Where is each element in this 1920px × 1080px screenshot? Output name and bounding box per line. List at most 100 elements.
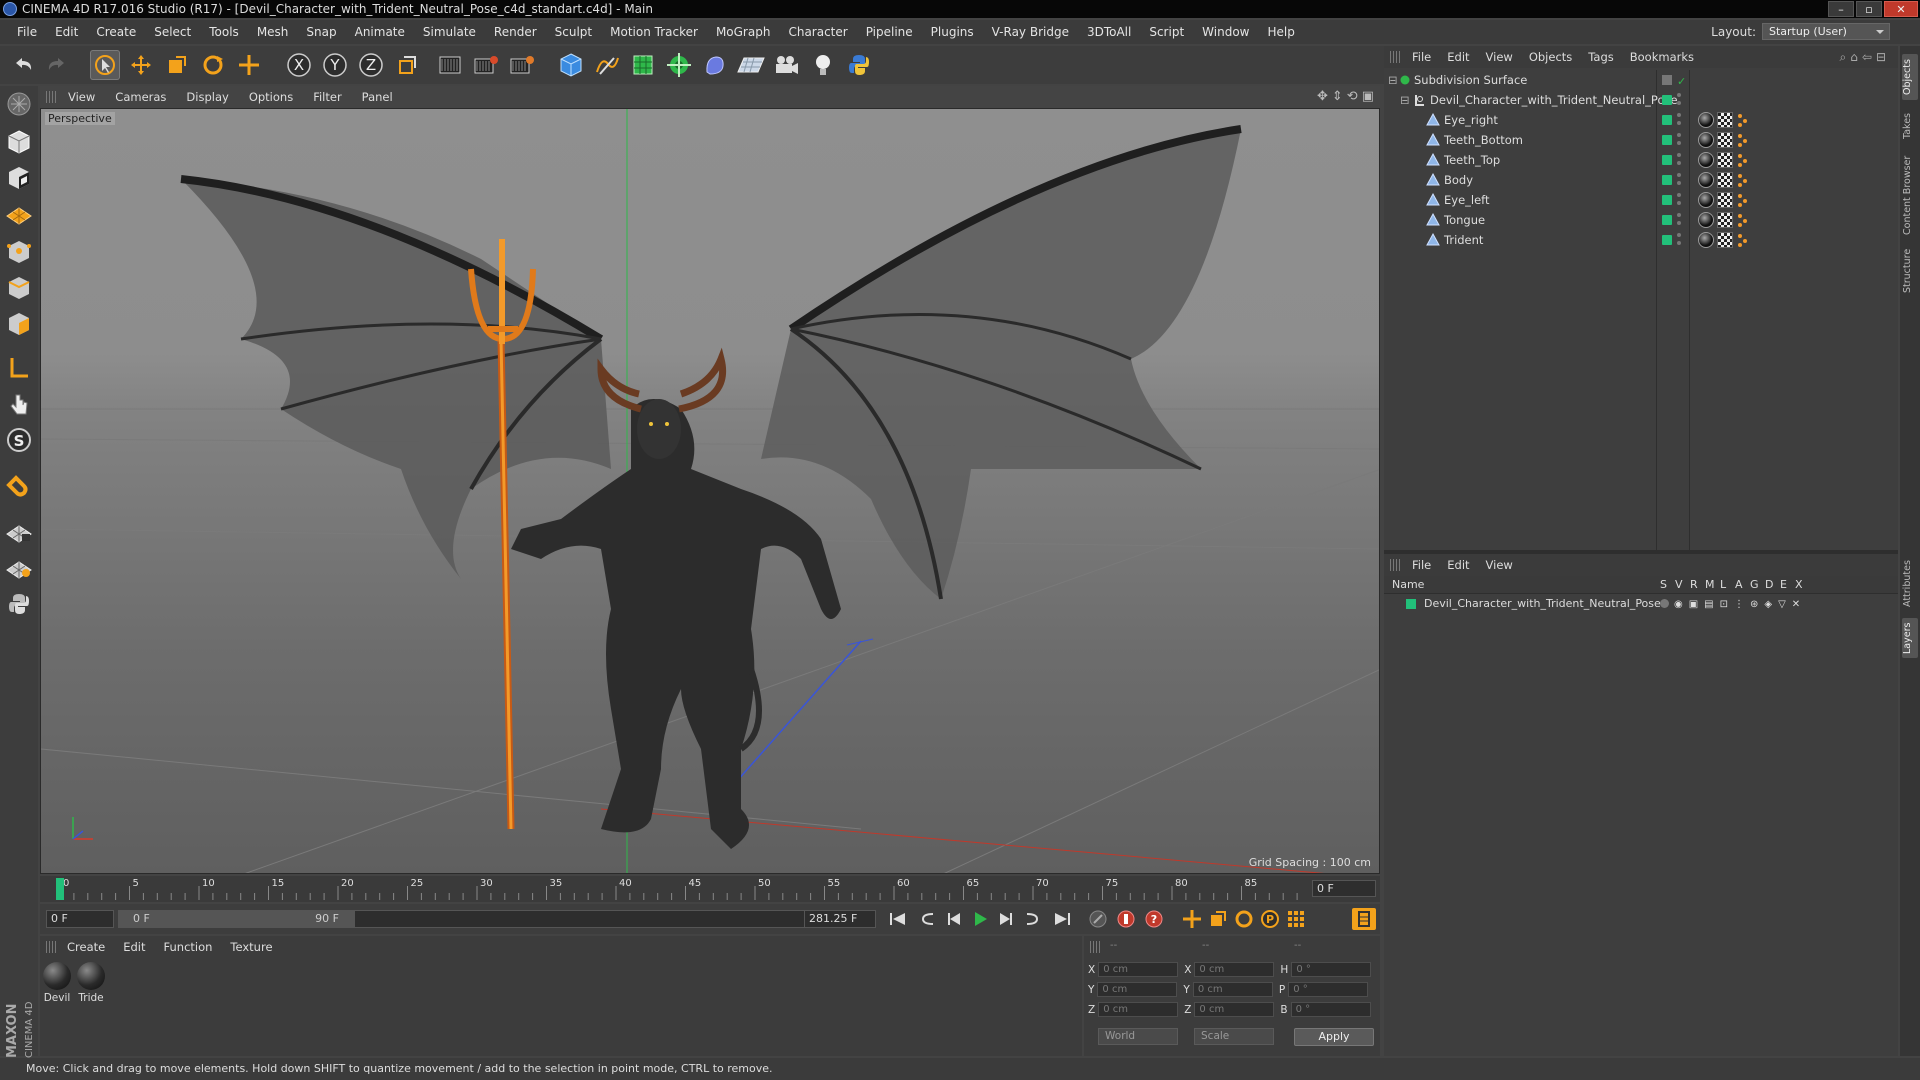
material-menu-create[interactable]: Create [58, 940, 114, 954]
editor-visibility-icon[interactable] [1677, 93, 1681, 97]
position-z-field[interactable]: 0 cm [1098, 1002, 1179, 1017]
maximize-button[interactable]: ▫ [1856, 1, 1882, 17]
edges-mode-icon[interactable] [3, 272, 35, 304]
uvw-tag-icon[interactable] [1717, 212, 1733, 228]
timeline-layout-icon[interactable] [1352, 908, 1376, 930]
render-picture-viewer-icon[interactable] [472, 50, 502, 80]
menu-simulate[interactable]: Simulate [414, 25, 485, 39]
solo-column-header[interactable]: S [1660, 576, 1667, 594]
phong-tag-icon[interactable] [1736, 192, 1750, 208]
object-row-teeth-top[interactable]: Teeth_Top [1384, 150, 1898, 170]
transform-mode-dropdown[interactable]: Scale [1194, 1028, 1274, 1045]
panel-grip-icon[interactable] [1390, 559, 1400, 571]
material-tag-icon[interactable] [1698, 152, 1714, 168]
editor-visibility-icon[interactable] [1677, 113, 1681, 117]
menu-tools[interactable]: Tools [200, 25, 248, 39]
panel-grip-icon[interactable] [46, 91, 56, 103]
collapse-toggle-icon[interactable]: ⊟ [1400, 90, 1410, 110]
rotation-b-field[interactable]: 0 ° [1290, 1002, 1371, 1017]
material-tag-icon[interactable] [1698, 192, 1714, 208]
menu-character[interactable]: Character [779, 25, 856, 39]
object-row-teeth-bottom[interactable]: Teeth_Bottom [1384, 130, 1898, 150]
enabled-check-icon[interactable]: ✓ [1677, 72, 1686, 92]
render-view-icon[interactable] [436, 50, 466, 80]
uvw-tag-icon[interactable] [1717, 132, 1733, 148]
light-object-icon[interactable] [808, 50, 838, 80]
layout-dropdown[interactable]: Startup (User) [1762, 23, 1890, 40]
tab-objects[interactable]: Objects [1902, 54, 1918, 100]
menu-window[interactable]: Window [1193, 25, 1258, 39]
layer-color-icon[interactable] [1662, 155, 1672, 165]
menu-file[interactable]: File [8, 25, 46, 39]
polygons-mode-icon[interactable] [3, 308, 35, 340]
current-frame-field[interactable]: 0 F [1312, 880, 1376, 897]
object-row-trident[interactable]: Trident [1384, 230, 1898, 250]
objects-menu-view[interactable]: View [1478, 50, 1521, 64]
phong-tag-icon[interactable] [1736, 152, 1750, 168]
phong-tag-icon[interactable] [1736, 212, 1750, 228]
menu-mograph[interactable]: MoGraph [707, 25, 780, 39]
editor-visibility-icon[interactable] [1677, 133, 1681, 137]
close-button[interactable]: ✕ [1884, 1, 1918, 17]
expressions-column-header[interactable]: E [1780, 576, 1787, 594]
model-mode-icon[interactable] [3, 126, 35, 158]
minimize-button[interactable]: – [1828, 1, 1854, 17]
layer-color-icon[interactable] [1662, 195, 1672, 205]
uvw-tag-icon[interactable] [1717, 232, 1733, 248]
key-scale-icon[interactable] [1206, 908, 1230, 930]
tab-attributes[interactable]: Attributes [1902, 554, 1918, 614]
uvw-tag-icon[interactable] [1717, 112, 1733, 128]
layer-color-icon[interactable] [1662, 135, 1672, 145]
menu-sculpt[interactable]: Sculpt [546, 25, 601, 39]
layer-toggle-icons[interactable]: ◉▣▤⊡⋮⊛◈▽✕ [1674, 596, 1806, 614]
end-frame-field[interactable]: 281.25 F [804, 910, 876, 928]
key-parameter-icon[interactable]: P [1258, 908, 1282, 930]
editor-visibility-icon[interactable] [1677, 193, 1681, 197]
menu-snap[interactable]: Snap [297, 25, 345, 39]
magnet-icon[interactable] [3, 472, 35, 504]
preview-range-track[interactable]: 0 F 90 F [118, 910, 840, 928]
python-script-icon[interactable] [844, 50, 874, 80]
play-icon[interactable] [968, 908, 992, 930]
editor-visibility-icon[interactable] [1677, 233, 1681, 237]
scale-tool-icon[interactable] [162, 50, 192, 80]
material-menu-edit[interactable]: Edit [114, 940, 154, 954]
material-swatch-devil[interactable]: Devil [42, 962, 72, 1004]
z-axis-lock-icon[interactable]: Z [356, 50, 386, 80]
floor-object-icon[interactable] [736, 50, 766, 80]
dolly-view-icon[interactable]: ⇕ [1332, 89, 1343, 104]
material-tag-icon[interactable] [1698, 112, 1714, 128]
orbit-view-icon[interactable]: ⟲ [1347, 89, 1358, 104]
mograph-cloner-icon[interactable] [664, 50, 694, 80]
live-selection-icon[interactable] [234, 50, 264, 80]
tab-layers[interactable]: Layers [1902, 618, 1918, 658]
toggle-view-icon[interactable]: ▣ [1362, 89, 1374, 104]
position-y-field[interactable]: 0 cm [1097, 982, 1178, 997]
layers-menu-view[interactable]: View [1478, 558, 1521, 572]
panel-grip-icon[interactable] [1390, 51, 1400, 63]
lock-workplane-icon[interactable] [3, 516, 35, 548]
workplane-mode-icon[interactable] [3, 198, 35, 230]
key-position-icon[interactable] [1180, 908, 1204, 930]
locked-column-header[interactable]: L [1720, 576, 1726, 594]
layer-color-icon[interactable] [1662, 75, 1672, 85]
material-tag-icon[interactable] [1698, 172, 1714, 188]
editor-visibility-icon[interactable] [1677, 153, 1681, 157]
viewport-menu-display[interactable]: Display [176, 90, 238, 104]
keyframe-selection-icon[interactable]: ? [1142, 908, 1166, 930]
render-visibility-icon[interactable] [1677, 181, 1681, 185]
menu-help[interactable]: Help [1258, 25, 1303, 39]
deformers-column-header[interactable]: D [1765, 576, 1773, 594]
uvw-tag-icon[interactable] [1717, 152, 1733, 168]
coordinate-system-icon[interactable] [392, 50, 422, 80]
render-visibility-icon[interactable] [1677, 121, 1681, 125]
record-keys-icon[interactable] [1086, 908, 1110, 930]
menu-3dtoall[interactable]: 3DToAll [1078, 25, 1140, 39]
render-visibility-icon[interactable] [1677, 241, 1681, 245]
object-row-eye-right[interactable]: Eye_right [1384, 110, 1898, 130]
layer-solo-icon[interactable] [1660, 599, 1669, 608]
material-swatch-trident[interactable]: Tride [76, 962, 106, 1004]
layer-color-icon[interactable] [1662, 175, 1672, 185]
size-x-field[interactable]: 0 cm [1194, 962, 1275, 977]
pan-view-icon[interactable]: ✥ [1317, 89, 1328, 104]
